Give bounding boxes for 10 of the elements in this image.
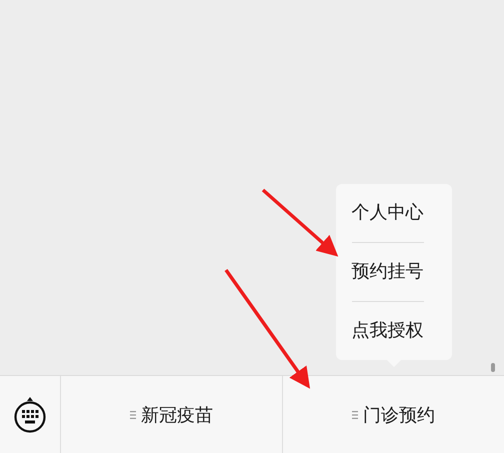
- submenu-item[interactable]: 点我授权: [352, 301, 424, 360]
- menu-tab[interactable]: 新冠疫苗: [61, 376, 282, 453]
- menu-icon: [352, 410, 358, 418]
- keyboard-button[interactable]: [13, 396, 47, 434]
- submenu-item[interactable]: 预约挂号: [352, 242, 424, 301]
- menu-tab[interactable]: 门诊预约: [283, 376, 504, 453]
- scrollbar-thumb[interactable]: [491, 363, 495, 372]
- keyboard-icon: [13, 396, 47, 434]
- menu-icon: [130, 410, 136, 418]
- submenu-item[interactable]: 个人中心: [352, 184, 424, 242]
